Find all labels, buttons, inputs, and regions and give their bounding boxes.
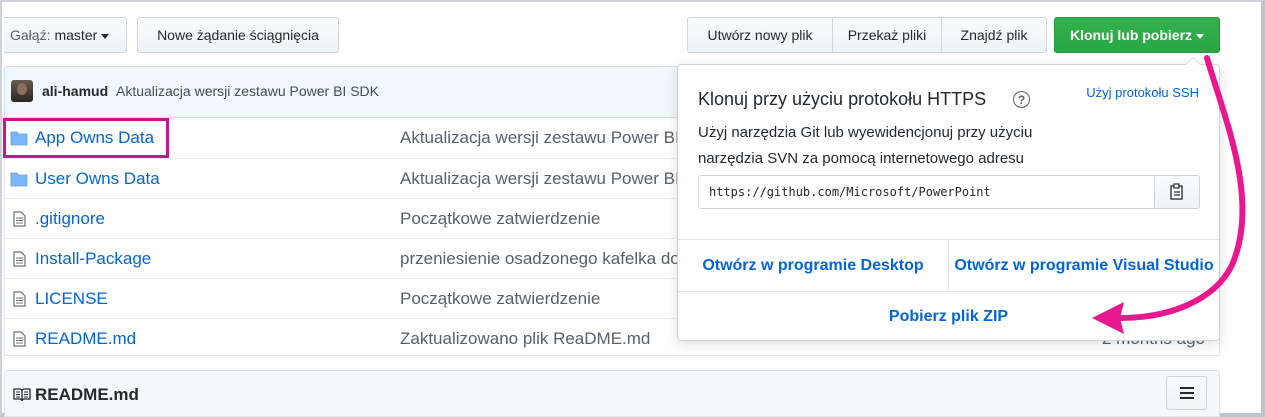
copy-url-button[interactable] xyxy=(1154,175,1200,209)
avatar[interactable] xyxy=(11,80,33,102)
new-pull-request-button[interactable]: Nowe żądanie ściągnięcia xyxy=(137,17,339,53)
menu-icon-bar xyxy=(1179,392,1194,394)
file-name-link[interactable]: README.md xyxy=(35,329,136,349)
branch-select-button[interactable]: Gałąź: master xyxy=(4,17,127,53)
readme-header: README.md xyxy=(4,370,1220,417)
commit-message[interactable]: Aktualizacja wersji zestawu Power BI SDK xyxy=(116,83,379,99)
file-commit-message[interactable]: przeniesienie osadzonego kafelka do xyxy=(400,249,680,269)
clone-popover-title: Klonuj przy użyciu protokołu HTTPS xyxy=(698,89,987,109)
file-commit-message[interactable]: Początkowe zatwierdzenie xyxy=(400,209,600,229)
file-commit-message[interactable]: Aktualizacja wersji zestawu Power BI SDK xyxy=(400,169,719,189)
clone-popover: Klonuj przy użyciu protokołu HTTPS ? Uży… xyxy=(677,57,1220,342)
branch-value: master xyxy=(54,27,98,43)
chevron-down-icon xyxy=(101,33,110,39)
readme-title: README.md xyxy=(35,385,139,404)
file-name-link[interactable]: Install-Package xyxy=(35,249,151,269)
file-commit-message[interactable]: Zaktualizowano plik ReaDME.md xyxy=(400,329,650,349)
open-in-desktop-link[interactable]: Otwórz w programie Desktop xyxy=(678,240,948,291)
clone-or-download-button[interactable]: Klonuj lub pobierz xyxy=(1054,17,1220,53)
file-name-link[interactable]: .gitignore xyxy=(35,209,105,229)
file-commit-message[interactable]: Początkowe zatwierdzenie xyxy=(400,289,600,309)
folder-icon xyxy=(10,172,28,187)
file-name-link[interactable]: LICENSE xyxy=(35,289,108,309)
open-in-visual-studio-link[interactable]: Otwórz w programie Visual Studio xyxy=(949,240,1219,291)
file-icon xyxy=(13,251,26,267)
file-commit-message[interactable]: Aktualizacja wersji zestawu Power BI SDK xyxy=(400,128,719,148)
chevron-down-icon xyxy=(1196,33,1205,39)
branch-label: Gałąź: xyxy=(10,27,51,43)
help-icon[interactable]: ? xyxy=(1013,91,1030,108)
file-icon xyxy=(13,291,26,307)
clone-button-label: Klonuj lub pobierz xyxy=(1069,27,1193,43)
clipboard-icon xyxy=(1170,183,1183,200)
commit-author[interactable]: ali-hamud xyxy=(42,83,108,99)
download-zip-link[interactable]: Pobierz plik ZIP xyxy=(678,292,1219,342)
create-new-file-button[interactable]: Utwórz nowy plik xyxy=(687,17,833,53)
menu-icon-bar xyxy=(1179,397,1194,399)
file-name-link[interactable]: User Owns Data xyxy=(35,169,160,189)
menu-icon-bar xyxy=(1179,387,1194,389)
file-icon xyxy=(13,331,26,347)
highlight-box xyxy=(3,118,169,158)
book-icon xyxy=(13,388,31,402)
find-file-button[interactable]: Znajdź plik xyxy=(941,17,1047,53)
clone-url-input[interactable] xyxy=(698,175,1155,209)
upload-files-button[interactable]: Przekaż pliki xyxy=(832,17,942,53)
file-icon xyxy=(13,211,26,227)
use-ssh-link[interactable]: Użyj protokołu SSH xyxy=(1086,85,1199,100)
table-of-contents-button[interactable] xyxy=(1166,376,1207,410)
